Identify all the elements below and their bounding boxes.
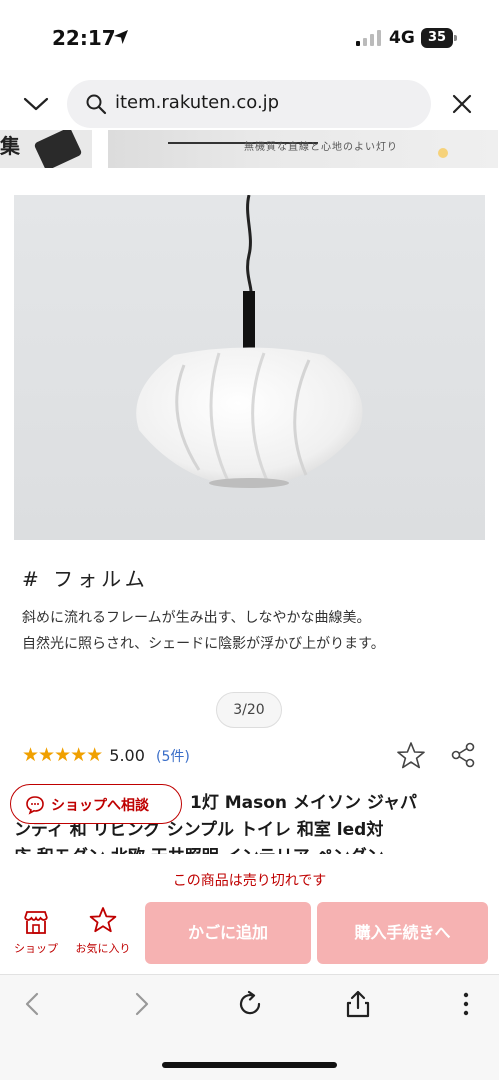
browser-url-bar: item.rakuten.co.jp — [0, 80, 499, 128]
shop-consult-button[interactable]: ショップへ相談 — [10, 784, 182, 824]
promo-banner[interactable]: 集 無機質な直線と心地のよい灯り — [0, 130, 499, 168]
status-time: 22:17 — [52, 26, 116, 50]
pendant-lamp-illustration — [136, 195, 363, 488]
section-heading: # フォルム — [22, 567, 149, 591]
shop-icon — [24, 911, 48, 934]
section-description: 斜めに流れるフレームが生み出す、しなやかな曲線美。 自然光に照らされ、シェードに… — [22, 605, 482, 657]
reload-icon[interactable] — [235, 989, 265, 1019]
favorite-star-icon — [89, 907, 117, 933]
banner-left-text: 集 — [0, 134, 20, 158]
banner-tagline: 無機質な直線と心地のよい灯り — [244, 142, 398, 153]
forward-icon[interactable] — [126, 989, 156, 1019]
image-counter: 3/20 — [216, 692, 282, 728]
status-bar: 22:17 4G 35 — [0, 0, 499, 74]
product-image[interactable] — [14, 195, 485, 540]
home-indicator-area — [0, 1034, 499, 1080]
signal-icon — [356, 30, 381, 46]
add-to-cart-button[interactable]: かごに追加 — [145, 902, 311, 964]
checkout-button[interactable]: 購入手続きへ — [317, 902, 488, 964]
address-field[interactable]: item.rakuten.co.jp — [67, 80, 431, 128]
rating-score: 5.00 — [109, 746, 145, 765]
chevron-down-icon[interactable] — [22, 92, 50, 116]
chat-icon — [26, 796, 44, 815]
description-line-2: 自然光に照らされ、シェードに陰影が浮かび上がります。 — [22, 636, 385, 652]
banner-tile-lighting[interactable]: 無機質な直線と心地のよい灯り — [108, 130, 498, 168]
review-count-link[interactable]: (5件) — [156, 749, 190, 765]
search-icon — [86, 94, 107, 115]
battery-icon: 35 — [421, 28, 457, 48]
purchase-bar: この商品は売り切れです ショップ お気に入り かごに追加 購入手続きへ — [0, 856, 499, 974]
url-text: item.rakuten.co.jp — [115, 92, 280, 113]
favorite-button[interactable]: お気に入り — [68, 904, 138, 964]
location-arrow-icon — [114, 30, 128, 44]
network-type: 4G — [389, 28, 415, 48]
remote-image — [33, 130, 83, 168]
share-upload-icon[interactable] — [343, 989, 373, 1019]
close-icon[interactable] — [450, 92, 474, 116]
bulb-image — [438, 148, 448, 158]
description-line-1: 斜めに流れるフレームが生み出す、しなやかな曲線美。 — [22, 610, 371, 626]
rating-row[interactable]: ★★★★★ 5.00 (5件) — [22, 744, 190, 770]
back-icon[interactable] — [18, 989, 48, 1019]
product-title-line-3: 応 和モダン 北欧 天井照明 インテリア ペンダン — [14, 844, 484, 854]
share-icon[interactable] — [450, 742, 476, 768]
rating-stars: ★★★★★ — [22, 744, 103, 766]
favorite-label: お気に入り — [75, 942, 131, 955]
banner-tile-remote[interactable]: 集 — [0, 130, 92, 168]
home-indicator[interactable] — [162, 1062, 337, 1068]
consult-label: ショップへ相談 — [51, 798, 149, 814]
browser-toolbar — [0, 974, 499, 1034]
sold-out-notice: この商品は売り切れです — [172, 873, 327, 889]
shop-button[interactable]: ショップ — [8, 904, 64, 964]
star-outline-icon[interactable] — [396, 741, 426, 771]
more-icon[interactable] — [451, 989, 481, 1019]
shop-label: ショップ — [14, 942, 58, 955]
battery-level: 35 — [421, 28, 453, 48]
